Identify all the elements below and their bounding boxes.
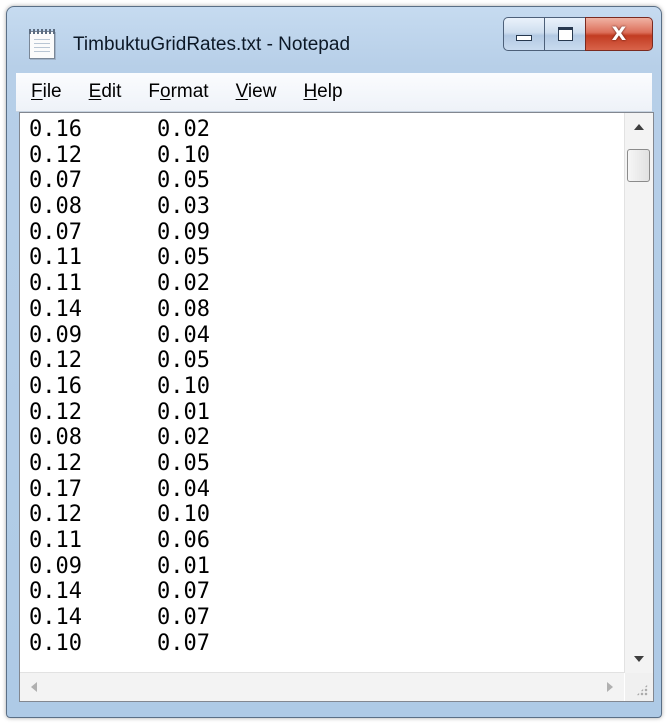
text-line: 0.07 0.05	[29, 168, 624, 194]
value-col1: 0.09	[29, 322, 82, 348]
value-col2: 0.05	[157, 245, 210, 271]
menu-file[interactable]: File	[31, 81, 62, 103]
notepad-window: TimbuktuGridRates.txt - Notepad X File E…	[6, 6, 662, 718]
value-col1: 0.16	[29, 117, 82, 142]
value-col2: 0.07	[157, 630, 210, 656]
text-line: 0.11 0.06	[29, 528, 624, 554]
text-line: 0.11 0.05	[29, 245, 624, 271]
text-area[interactable]: 0.16 0.02 0.12 0.10 0.07 0.05 0.08 0.03 0.07 0.09…	[20, 113, 624, 673]
scroll-left-button[interactable]	[20, 673, 48, 701]
value-col2: 0.10	[157, 502, 210, 528]
value-col2: 0.01	[157, 399, 210, 425]
text-editor[interactable]: 0.16 0.02 0.12 0.10 0.07 0.05 0.08 0.03 0.07 0.09…	[19, 112, 654, 702]
value-col2: 0.05	[157, 348, 210, 374]
text-line: 0.14 0.07	[29, 579, 624, 605]
minimize-icon	[516, 35, 532, 41]
value-col1: 0.17	[29, 476, 82, 502]
text-line: 0.14 0.08	[29, 297, 624, 323]
text-line: 0.17 0.04	[29, 477, 624, 503]
value-col1: 0.11	[29, 528, 82, 553]
value-col2: 0.02	[157, 117, 210, 142]
value-col2: 0.02	[157, 425, 210, 451]
text-line: 0.14 0.07	[29, 605, 624, 631]
menu-bar: File Edit Format View Help	[16, 73, 652, 112]
value-col2: 0.03	[157, 194, 210, 220]
text-line: 0.16 0.10	[29, 374, 624, 400]
value-col2: 0.07	[157, 579, 210, 605]
menu-format[interactable]: Format	[148, 81, 208, 103]
value-col2: 0.05	[157, 168, 210, 194]
text-line: 0.11 0.02	[29, 271, 624, 297]
value-col1: 0.12	[29, 142, 82, 168]
value-col2: 0.07	[157, 605, 210, 631]
value-col1: 0.12	[29, 399, 82, 425]
text-line: 0.07 0.09	[29, 220, 624, 246]
value-col2: 0.10	[157, 142, 210, 168]
value-col1: 0.07	[29, 219, 82, 245]
arrow-up-icon	[634, 124, 644, 130]
value-col2: 0.04	[157, 322, 210, 348]
text-line: 0.08 0.03	[29, 194, 624, 220]
value-col1: 0.16	[29, 373, 82, 399]
value-col1: 0.14	[29, 605, 82, 631]
scroll-up-button[interactable]	[625, 113, 653, 141]
value-col1: 0.11	[29, 271, 82, 297]
close-button[interactable]: X	[585, 17, 653, 51]
text-line: 0.10 0.07	[29, 631, 624, 657]
value-col2: 0.06	[157, 528, 210, 553]
value-col2: 0.02	[157, 271, 210, 297]
text-line: 0.12 0.05	[29, 451, 624, 477]
value-col2: 0.01	[157, 553, 210, 579]
value-col1: 0.08	[29, 425, 82, 451]
minimize-button[interactable]	[503, 17, 544, 51]
close-icon: X	[611, 23, 627, 45]
value-col2: 0.04	[157, 476, 210, 502]
notepad-icon[interactable]	[29, 29, 55, 59]
value-col1: 0.14	[29, 579, 82, 605]
value-col2: 0.10	[157, 373, 210, 399]
text-line: 0.12 0.10	[29, 143, 624, 169]
vertical-scrollbar[interactable]	[624, 113, 653, 673]
text-line: 0.12 0.01	[29, 400, 624, 426]
caption-buttons: X	[503, 17, 653, 51]
text-line: 0.09 0.01	[29, 554, 624, 580]
value-col1: 0.12	[29, 450, 82, 476]
window-title: TimbuktuGridRates.txt - Notepad	[73, 34, 351, 55]
text-line: 0.08 0.02	[29, 425, 624, 451]
value-col2: 0.05	[157, 450, 210, 476]
value-col1: 0.12	[29, 502, 82, 528]
value-col1: 0.07	[29, 168, 82, 194]
scroll-down-button[interactable]	[625, 645, 653, 673]
value-col1: 0.10	[29, 630, 82, 656]
value-col1: 0.12	[29, 348, 82, 374]
horizontal-scrollbar[interactable]	[20, 672, 624, 701]
value-col2: 0.08	[157, 296, 210, 322]
menu-edit[interactable]: Edit	[89, 81, 122, 103]
text-line: 0.12 0.10	[29, 502, 624, 528]
value-col1: 0.09	[29, 553, 82, 579]
scroll-thumb[interactable]	[627, 149, 650, 182]
value-col1: 0.08	[29, 194, 82, 220]
arrow-right-icon	[607, 682, 613, 692]
maximize-icon	[557, 27, 573, 41]
menu-help[interactable]: Help	[303, 81, 342, 103]
arrow-left-icon	[31, 682, 37, 692]
resize-grip-icon[interactable]	[625, 673, 653, 701]
text-line: 0.09 0.04	[29, 323, 624, 349]
title-bar[interactable]: TimbuktuGridRates.txt - Notepad X	[7, 7, 661, 75]
text-line: 0.16 0.02	[29, 117, 624, 143]
arrow-down-icon	[634, 656, 644, 662]
value-col1: 0.14	[29, 296, 82, 322]
scroll-right-button[interactable]	[596, 673, 624, 701]
value-col1: 0.11	[29, 245, 82, 271]
text-line: 0.12 0.05	[29, 348, 624, 374]
value-col2: 0.09	[157, 219, 210, 245]
maximize-button[interactable]	[544, 17, 585, 51]
menu-view[interactable]: View	[236, 81, 277, 103]
